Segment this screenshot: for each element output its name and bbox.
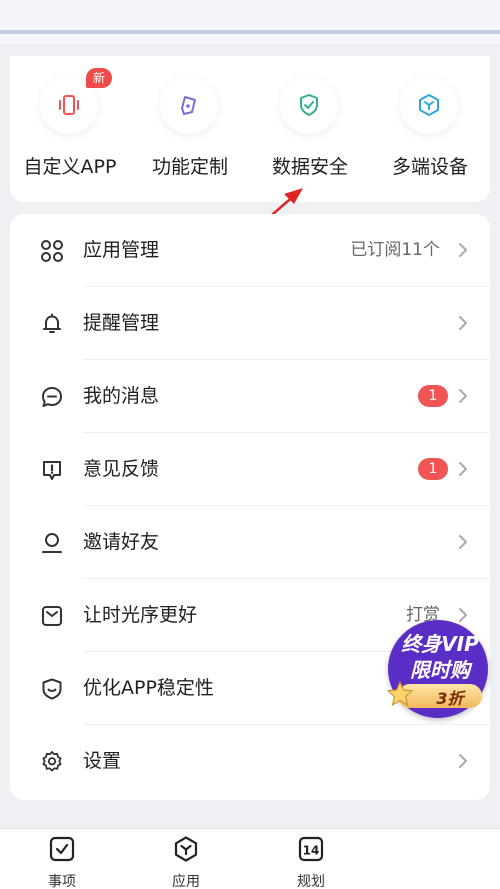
quick-action-custom-app[interactable]: 新 自定义APP — [10, 68, 130, 196]
tab-todo[interactable]: 事项 — [22, 833, 102, 889]
subscription-count: 已订阅11个 — [350, 240, 440, 260]
chevron-right-icon — [459, 389, 467, 403]
envelope-heart-icon — [38, 602, 66, 630]
quick-action-multi-device[interactable]: 多端设备 — [370, 76, 490, 196]
menu-item-label: 设置 — [83, 750, 122, 772]
quick-action-feature-custom[interactable]: 功能定制 — [130, 76, 250, 196]
chevron-right-icon — [459, 462, 467, 476]
menu-item-reminder-management[interactable]: 提醒管理 — [10, 287, 490, 360]
tab-label: 应用 — [172, 874, 200, 889]
calendar-day-text: 14 — [303, 844, 320, 858]
phone-vibrate-icon — [59, 95, 79, 115]
quick-action-icon-wrap — [160, 76, 218, 134]
new-badge: 新 — [86, 68, 113, 88]
menu-item-label: 意见反馈 — [83, 458, 160, 480]
menu-item-label: 让时光序更好 — [83, 604, 198, 626]
bell-icon — [38, 310, 66, 338]
chevron-right-icon — [459, 754, 467, 768]
check-square-icon — [49, 836, 75, 862]
calendar-icon: 14 — [298, 836, 324, 862]
unread-count-badge: 1 — [418, 458, 448, 480]
vip-discount-text: 3折 — [436, 689, 464, 708]
hex-app-icon — [174, 836, 198, 862]
header-divider — [0, 30, 500, 34]
chat-bubble-icon — [38, 383, 66, 411]
hex-devices-icon — [419, 94, 439, 116]
tab-label: 事项 — [48, 874, 76, 889]
chevron-right-icon — [459, 316, 467, 330]
shield-check-icon — [300, 94, 318, 116]
shield-smile-icon — [38, 675, 66, 703]
top-header-strip — [0, 0, 500, 46]
pen-tool-icon — [181, 96, 196, 115]
chevron-right-icon — [459, 535, 467, 549]
quick-action-icon-wrap — [280, 76, 338, 134]
menu-item-label: 邀请好友 — [83, 531, 160, 553]
tab-label: 规划 — [297, 874, 325, 889]
quick-action-label: 数据安全 — [271, 156, 348, 178]
quick-action-icon-wrap — [400, 76, 458, 134]
star-icon — [386, 680, 414, 707]
quick-action-data-security[interactable]: 数据安全 — [250, 76, 370, 196]
quick-action-label: 功能定制 — [151, 156, 228, 178]
menu-item-invite-friends[interactable]: 邀请好友 — [10, 506, 490, 579]
menu-item-label: 提醒管理 — [83, 312, 160, 334]
quick-action-label: 自定义APP — [23, 156, 117, 178]
apps-grid-icon — [38, 237, 66, 265]
menu-item-feedback[interactable]: 意见反馈 1 — [10, 433, 490, 506]
vip-subtitle: 限时购 — [410, 658, 470, 682]
quick-action-label: 多端设备 — [391, 156, 468, 178]
bottom-tab-bar: 事项 应用 14 规划 — [0, 828, 500, 889]
vip-promo-badge[interactable]: 终身VIP 限时购 3折 — [386, 620, 492, 720]
tab-planning[interactable]: 14 规划 — [271, 833, 351, 889]
menu-item-label: 优化APP稳定性 — [83, 677, 214, 699]
vip-title: 终身VIP — [401, 632, 479, 656]
menu-item-label: 我的消息 — [83, 385, 160, 407]
gear-icon — [38, 748, 66, 776]
unread-count-badge: 1 — [418, 385, 448, 407]
chevron-right-icon — [459, 243, 467, 257]
person-icon — [38, 529, 66, 557]
tab-apps[interactable]: 应用 — [146, 833, 226, 889]
menu-item-my-messages[interactable]: 我的消息 1 — [10, 360, 490, 433]
menu-item-app-management[interactable]: 应用管理 已订阅11个 — [10, 214, 490, 287]
menu-item-label: 应用管理 — [83, 239, 160, 261]
feedback-icon — [38, 456, 66, 484]
menu-item-settings[interactable]: 设置 — [10, 725, 490, 798]
